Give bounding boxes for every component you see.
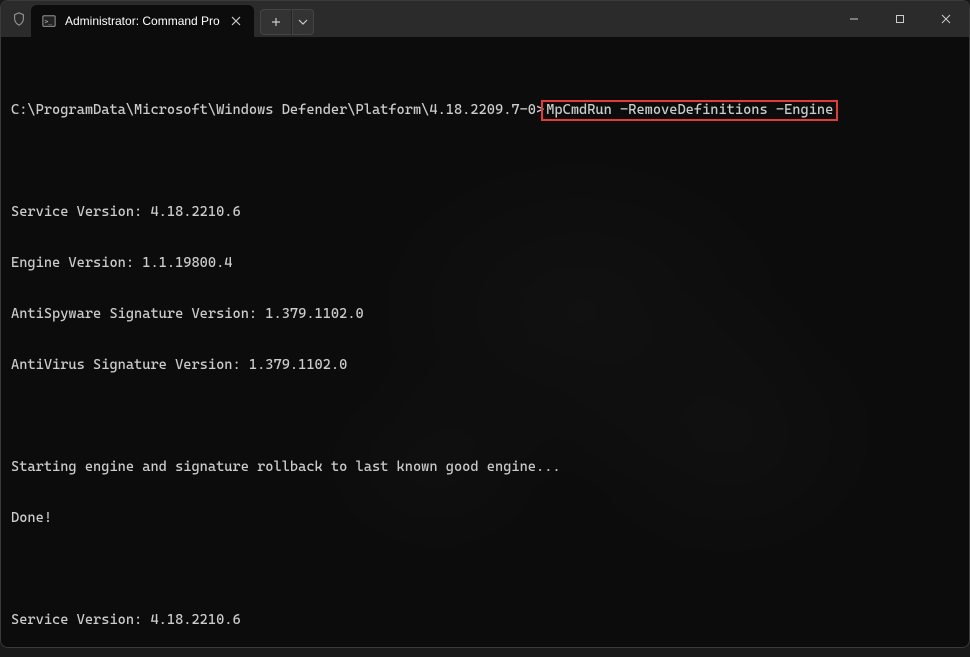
terminal-output[interactable]: C:\ProgramData\Microsoft\Windows Defende… xyxy=(1,37,969,647)
new-tab-button[interactable] xyxy=(260,9,292,35)
blank-line xyxy=(11,153,959,170)
close-button[interactable] xyxy=(923,1,969,37)
terminal-window: >_ Administrator: Command Pro xyxy=(0,0,970,648)
cmd-icon: >_ xyxy=(41,13,57,29)
titlebar: >_ Administrator: Command Pro xyxy=(1,1,969,37)
svg-text:>_: >_ xyxy=(45,19,53,26)
window-controls xyxy=(831,1,969,37)
tab-actions xyxy=(254,1,314,37)
tab-active[interactable]: >_ Administrator: Command Pro xyxy=(31,5,254,37)
maximize-button[interactable] xyxy=(877,1,923,37)
titlebar-drag-region[interactable] xyxy=(314,1,831,37)
command-highlight: MpCmdRun -RemoveDefinitions -Engine xyxy=(541,100,838,121)
prompt-path: C:\ProgramData\Microsoft\Windows Defende… xyxy=(11,102,544,118)
minimize-button[interactable] xyxy=(831,1,877,37)
output-line: AntiSpyware Signature Version: 1.379.110… xyxy=(11,306,959,323)
background-wallpaper xyxy=(1,37,969,647)
tab-close-button[interactable] xyxy=(228,13,244,29)
output-line: Done! xyxy=(11,510,959,527)
blank-line xyxy=(11,408,959,425)
output-line: AntiVirus Signature Version: 1.379.1102.… xyxy=(11,357,959,374)
tab-title: Administrator: Command Pro xyxy=(65,14,220,28)
tab-dropdown-button[interactable] xyxy=(292,9,314,35)
shield-icon xyxy=(11,11,27,27)
blank-line xyxy=(11,561,959,578)
output-line: Engine Version: 1.1.19800.4 xyxy=(11,255,959,272)
output-line: Service Version: 4.18.2210.6 xyxy=(11,204,959,221)
prompt-line-1: C:\ProgramData\Microsoft\Windows Defende… xyxy=(11,102,959,119)
command-text: MpCmdRun -RemoveDefinitions -Engine xyxy=(546,102,833,118)
titlebar-left xyxy=(1,1,31,37)
output-line: Starting engine and signature rollback t… xyxy=(11,459,959,476)
output-line: Service Version: 4.18.2210.6 xyxy=(11,612,959,629)
